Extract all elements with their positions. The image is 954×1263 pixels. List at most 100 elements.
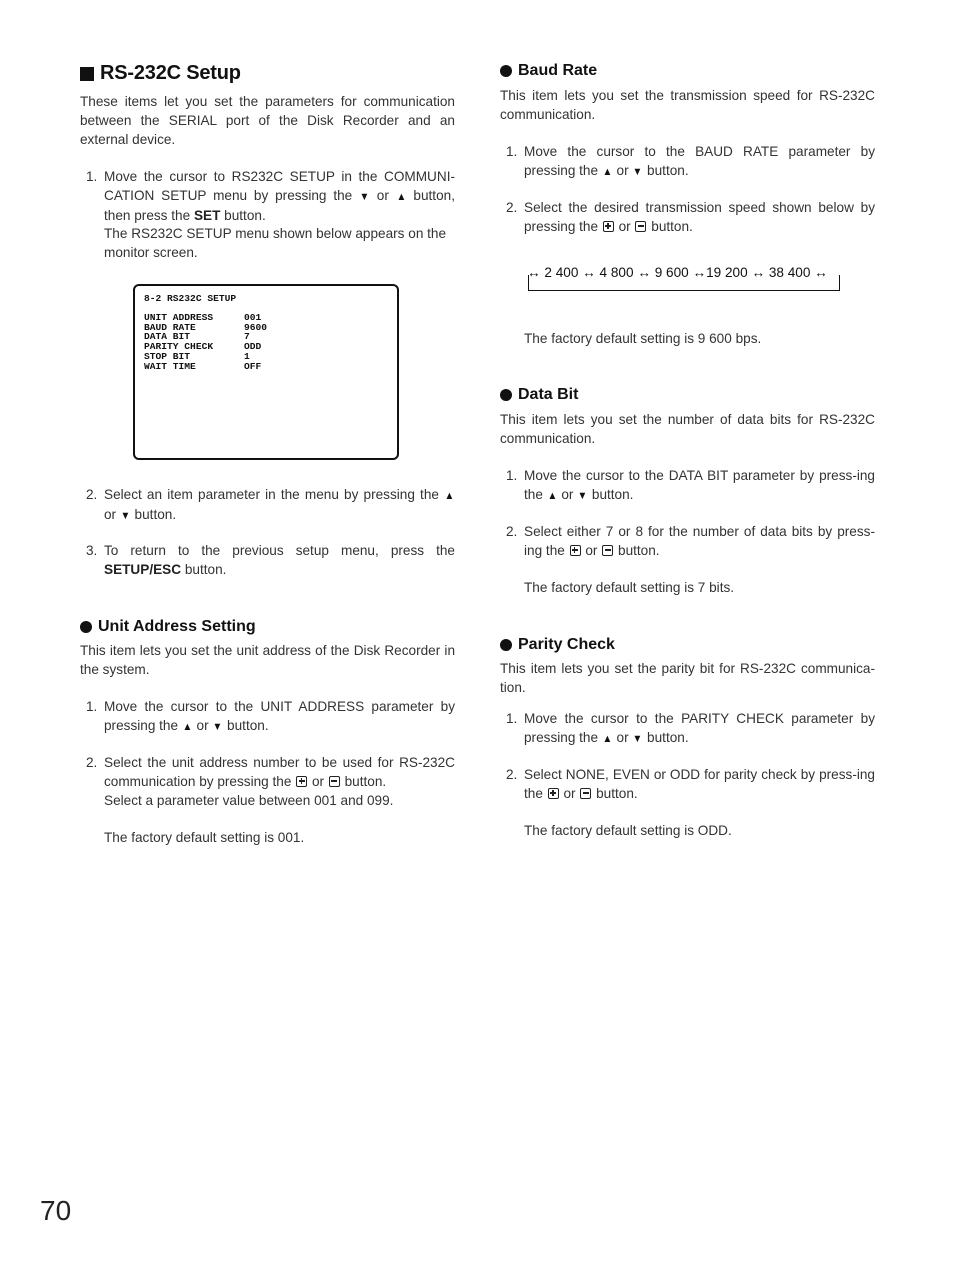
set-button-label: SET: [193, 207, 221, 223]
plus-button-icon: [569, 544, 581, 556]
step-text: Select the desired transmission speed sh…: [524, 200, 875, 234]
setup-esc-button-label: SETUP/ESC: [104, 561, 182, 577]
step-text: or: [557, 486, 578, 502]
unit-address-intro: This item lets you set the unit address …: [80, 643, 455, 677]
section-title-text: Data Bit: [518, 386, 579, 403]
parity-check-step-1: 1. Move the cursor to the PARITY CHECK p…: [506, 710, 875, 749]
plus-button-icon: [602, 220, 614, 232]
minus-button-icon: [580, 787, 592, 799]
data-bit-intro: This item lets you set the number of dat…: [500, 412, 875, 446]
up-arrow-icon: ▲: [396, 190, 407, 203]
up-arrow-icon: ▲: [602, 732, 613, 745]
screen-title: 8-2 RS232C SETUP: [144, 293, 237, 304]
section-title-text: RS-232C Setup: [100, 62, 241, 84]
row-value: OFF: [244, 361, 262, 372]
step-text: or: [559, 785, 580, 801]
step-text: or: [192, 717, 213, 733]
unit-address-default: The factory default setting is 001.: [104, 830, 305, 845]
step-text: button.: [181, 561, 227, 577]
rs232c-step-3: 3. To return to the previous setup menu,…: [86, 542, 455, 580]
rs232c-step-2: 2. Select an item parameter in the menu …: [86, 486, 455, 526]
step-note: The RS232C SETUP menu shown below appear…: [104, 226, 447, 261]
step-text: button.: [614, 542, 660, 558]
step-text: or: [104, 506, 120, 522]
step-number: 1.: [86, 699, 98, 714]
down-arrow-icon: ▼: [120, 509, 131, 522]
minus-button-icon: [602, 544, 614, 556]
down-arrow-icon: ▼: [577, 489, 588, 502]
baud-rate-intro: This item lets you set the transmission …: [500, 88, 875, 122]
parity-check-intro: This item lets you set the parity bit fo…: [500, 661, 875, 695]
data-bit-step-2: 2. Select either 7 or 8 for the number o…: [506, 523, 875, 561]
baud-rate-step-2: 2. Select the desired transmission speed…: [506, 199, 875, 237]
step-text: button.: [647, 218, 693, 234]
circle-bullet-icon: [500, 639, 512, 651]
section-title-text: Unit Address Setting: [98, 618, 256, 635]
down-arrow-icon: ▼: [212, 720, 223, 733]
unit-address-step-1: 1. Move the cursor to the UNIT ADDRESS p…: [86, 698, 455, 737]
step-text: Move the cursor to the UNIT ADDRESS para…: [104, 699, 455, 733]
screen-row-wait-time: WAIT TIME OFF: [144, 362, 261, 372]
down-arrow-icon: ▼: [632, 732, 643, 745]
step-text: or: [369, 187, 396, 203]
step-text: or: [614, 218, 635, 234]
parity-check-default: The factory default setting is ODD.: [524, 823, 732, 838]
up-arrow-icon: ▲: [547, 489, 558, 502]
step-number: 1.: [506, 468, 518, 483]
data-bit-default: The factory default setting is 7 bits.: [524, 580, 735, 595]
up-arrow-icon: ▲: [444, 490, 455, 502]
step-number: 3.: [86, 543, 98, 558]
rs232c-step-1: 1. Move the cursor to RS232C SETUP in th…: [86, 168, 455, 263]
step-text: button.: [588, 486, 634, 502]
step-text: or: [308, 773, 328, 789]
plus-button-icon: [547, 787, 559, 799]
monitor-screen-rs232c-setup: 8-2 RS232C SETUP UNIT ADDRESS 001 BAUD RA…: [133, 284, 399, 460]
plus-button-icon: [296, 775, 308, 787]
circle-bullet-icon: [80, 621, 92, 633]
step-text: button.: [130, 506, 177, 522]
step-text: or: [612, 162, 633, 178]
unit-address-step-2: 2. Select the unit address number to be …: [86, 754, 455, 810]
step-text: Move the cursor to the BAUD RATE paramet…: [524, 144, 875, 178]
section-title-text: Parity Check: [518, 636, 615, 653]
step-number: 2.: [506, 767, 518, 782]
circle-bullet-icon: [500, 65, 512, 77]
step-text: button.: [223, 717, 269, 733]
down-arrow-icon: ▼: [632, 165, 643, 178]
section-title-text: Baud Rate: [518, 62, 598, 79]
step-text: button.: [643, 162, 689, 178]
parity-check-step-2: 2. Select NONE, EVEN or ODD for parity c…: [506, 766, 875, 804]
down-arrow-icon: ▼: [359, 190, 370, 203]
step-text: or: [581, 542, 602, 558]
step-number: 1.: [506, 144, 518, 159]
step-number: 1.: [86, 169, 98, 184]
circle-bullet-icon: [500, 389, 512, 401]
step-text: button.: [643, 729, 689, 745]
baud-rate-cycle: ↔ 2 400 ↔ 4 800 ↔ 9 600 ↔19 200 ↔ 38 400…: [527, 265, 828, 280]
section-title-baud-rate: Baud Rate: [500, 62, 597, 80]
section-title-rs232c: RS-232C Setup: [80, 62, 241, 85]
data-bit-step-1: 1. Move the cursor to the DATA BIT param…: [506, 467, 875, 506]
section-title-parity-check: Parity Check: [500, 636, 615, 654]
step-note: Select a parameter value between 001 and…: [104, 792, 394, 808]
step-text: Select an item parameter in the menu by …: [104, 487, 445, 502]
step-number: 2.: [506, 200, 518, 215]
minus-button-icon: [635, 220, 647, 232]
step-number: 2.: [506, 524, 518, 539]
step-text: button.: [340, 773, 387, 789]
up-arrow-icon: ▲: [182, 720, 193, 733]
baud-rate-default: The factory default setting is 9 600 bps…: [524, 331, 762, 346]
baud-rate-step-1: 1. Move the cursor to the BAUD RATE para…: [506, 143, 875, 182]
step-text: Move the cursor to the PARITY CHECK para…: [524, 711, 875, 745]
section-title-data-bit: Data Bit: [500, 386, 578, 404]
row-label: WAIT TIME: [144, 361, 196, 372]
step-text: or: [612, 729, 633, 745]
rs232c-intro: These items let you set the parameters f…: [80, 94, 455, 147]
step-text: Select the unit address number to be use…: [104, 755, 455, 789]
step-number: 1.: [506, 711, 518, 726]
step-text: button.: [592, 785, 638, 801]
step-number: 2.: [86, 487, 98, 502]
page-number: 70: [40, 1195, 72, 1226]
step-text: button.: [220, 207, 266, 223]
minus-button-icon: [328, 775, 340, 787]
